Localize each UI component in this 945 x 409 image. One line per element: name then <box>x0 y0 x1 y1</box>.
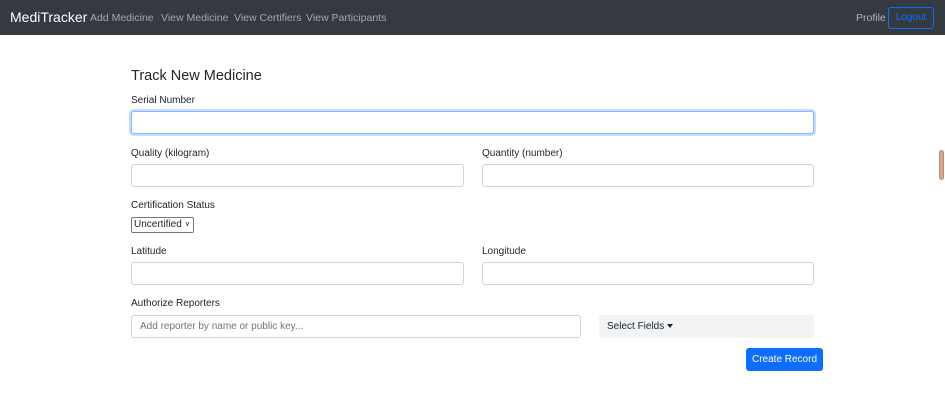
select-fields-dropdown[interactable]: Select Fields <box>599 315 814 338</box>
reporter-search-input[interactable] <box>131 315 581 338</box>
longitude-label: Longitude <box>482 246 526 257</box>
longitude-input[interactable] <box>482 262 814 285</box>
certification-status-value: Uncertified <box>134 219 182 230</box>
create-record-button[interactable]: Create Record <box>746 348 823 371</box>
certification-status-label: Certification Status <box>131 200 215 211</box>
authorize-reporters-label: Authorize Reporters <box>131 298 220 309</box>
latitude-label: Latitude <box>131 246 167 257</box>
nav-view-medicine[interactable]: View Medicine <box>161 12 229 24</box>
nav-view-participants[interactable]: View Participants <box>306 12 386 24</box>
caret-down-icon <box>667 324 674 329</box>
quantity-label: Quantity (number) <box>482 148 563 159</box>
chevron-down-icon: ∨ <box>184 221 190 228</box>
latitude-input[interactable] <box>131 262 464 285</box>
brand-logo[interactable]: MediTracker <box>10 9 87 25</box>
nav-view-certifiers[interactable]: View Certifiers <box>234 12 302 24</box>
quality-input[interactable] <box>131 164 464 187</box>
certification-status-select[interactable]: Uncertified ∨ <box>131 217 194 233</box>
quality-label: Quality (kilogram) <box>131 148 210 159</box>
select-fields-label: Select Fields <box>607 321 665 332</box>
navbar: MediTracker Add Medicine View Medicine V… <box>0 0 945 35</box>
page-title: Track New Medicine <box>131 68 262 84</box>
scrollbar-thumb[interactable] <box>939 150 944 180</box>
nav-profile[interactable]: Profile <box>856 12 886 24</box>
nav-add-medicine[interactable]: Add Medicine <box>90 12 154 24</box>
logout-button[interactable]: Logout <box>888 7 934 29</box>
serial-number-input[interactable] <box>131 111 814 134</box>
serial-number-label: Serial Number <box>131 95 195 106</box>
quantity-input[interactable] <box>482 164 814 187</box>
